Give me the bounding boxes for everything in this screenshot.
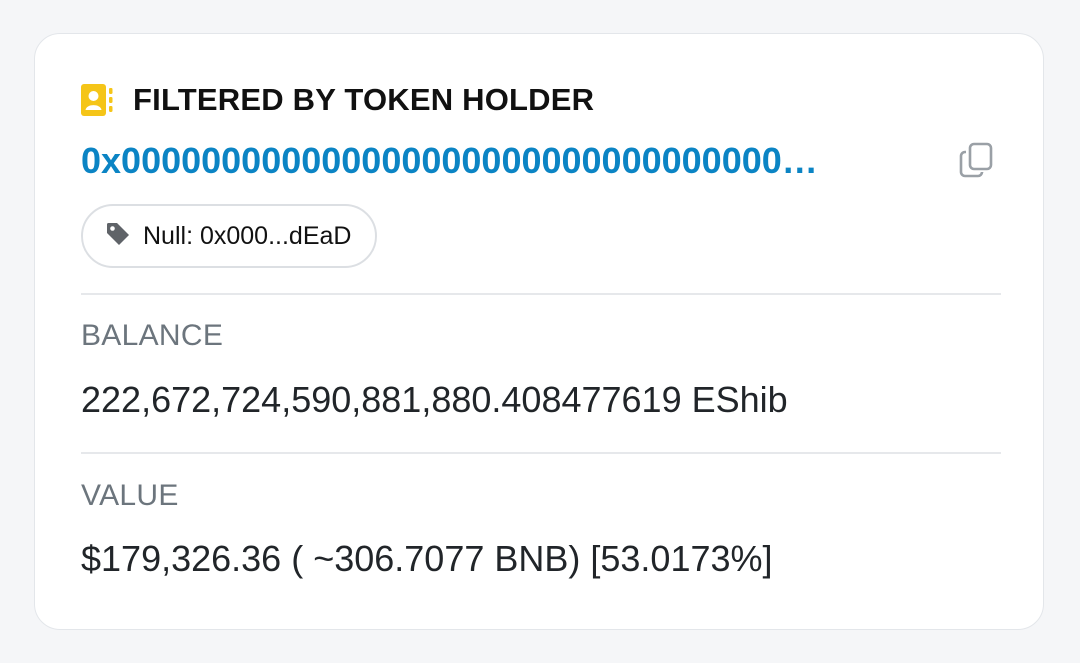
name-tag-text: Null: 0x000...dEaD [143,221,352,250]
balance-label: BALANCE [81,319,224,352]
holder-address-link[interactable]: 0x000000000000000000000000000000000… [81,140,911,182]
divider [81,452,1001,454]
card-title: FILTERED BY TOKEN HOLDER [133,82,595,117]
tag-icon [105,221,131,252]
value-label: VALUE [81,479,179,512]
balance-value: 222,672,724,590,881,880.408477619 EShib [81,379,788,420]
value-amount: $179,326.36 ( ~306.7077 BNB) [53.0173%] [81,538,773,579]
copy-address-button[interactable] [955,140,999,184]
copy-icon [957,140,997,185]
contact-card-icon [81,83,113,117]
token-holder-card: FILTERED BY TOKEN HOLDER 0x0000000000000… [34,33,1044,630]
divider [81,293,1001,295]
card-header: FILTERED BY TOKEN HOLDER [81,82,594,118]
name-tag-pill[interactable]: Null: 0x000...dEaD [81,204,378,268]
